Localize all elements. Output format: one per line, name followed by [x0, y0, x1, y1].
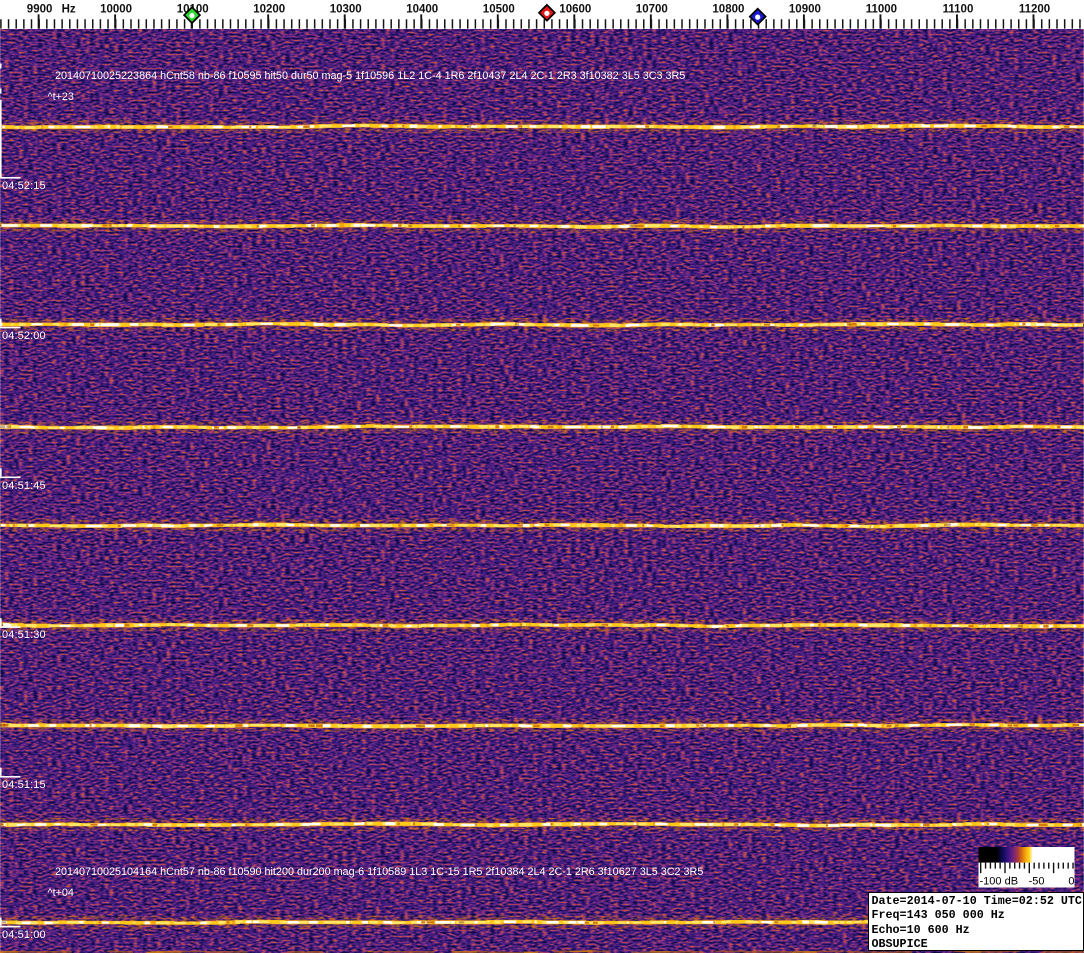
svg-text:10200: 10200: [253, 3, 285, 15]
svg-text:10600: 10600: [559, 3, 591, 15]
svg-text:10400: 10400: [406, 3, 438, 15]
svg-text:0: 0: [1068, 876, 1074, 888]
svg-text:Hz: Hz: [62, 3, 76, 15]
svg-text:11100: 11100: [943, 3, 974, 15]
svg-text:-50: -50: [1029, 876, 1045, 888]
svg-text:10300: 10300: [330, 3, 362, 15]
svg-text:-100 dB: -100 dB: [980, 876, 1019, 888]
svg-text:10000: 10000: [100, 3, 132, 15]
svg-text:10500: 10500: [483, 3, 515, 15]
svg-text:10800: 10800: [712, 3, 744, 15]
svg-text:9900: 9900: [27, 3, 53, 15]
svg-text:11000: 11000: [866, 3, 897, 15]
svg-text:11200: 11200: [1019, 3, 1050, 15]
svg-text:10900: 10900: [789, 3, 821, 15]
svg-text:10700: 10700: [636, 3, 668, 15]
